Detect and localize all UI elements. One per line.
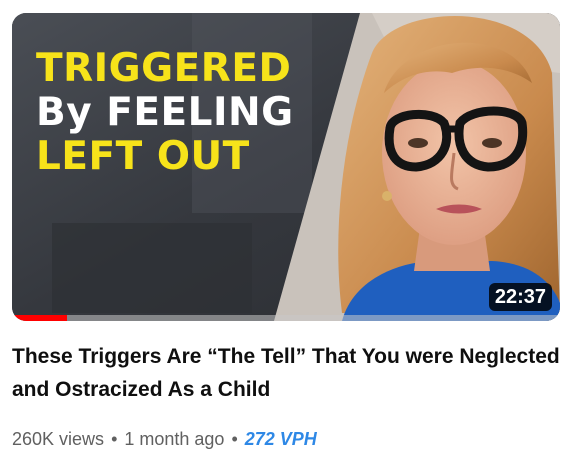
separator-dot: • [111,429,118,449]
thumbnail-text-line-2: By FEELING [36,90,294,135]
thumbnail-text-line-1: TRIGGERED [36,46,292,91]
separator-dot: • [231,429,238,449]
duration-badge: 22:37 [488,283,552,311]
vph-badge: 272 VPH [244,429,317,449]
video-title[interactable]: These Triggers Are “The Tell” That You w… [12,340,560,406]
thumbnail-overlay-text: TRIGGERED By FEELING LEFT OUT [36,47,294,179]
video-card: TRIGGERED By FEELING LEFT OUT 22:37 Thes… [0,0,572,466]
video-metadata: 260K views • 1 month ago • 272 VPH [12,426,317,452]
view-count: 260K views [12,429,105,449]
thumbnail-text-line-3: LEFT OUT [36,134,250,179]
publish-date: 1 month ago [124,429,225,449]
watch-progress-bar [12,315,560,321]
video-thumbnail[interactable]: TRIGGERED By FEELING LEFT OUT 22:37 [12,13,560,321]
watch-progress-fill [12,315,67,321]
